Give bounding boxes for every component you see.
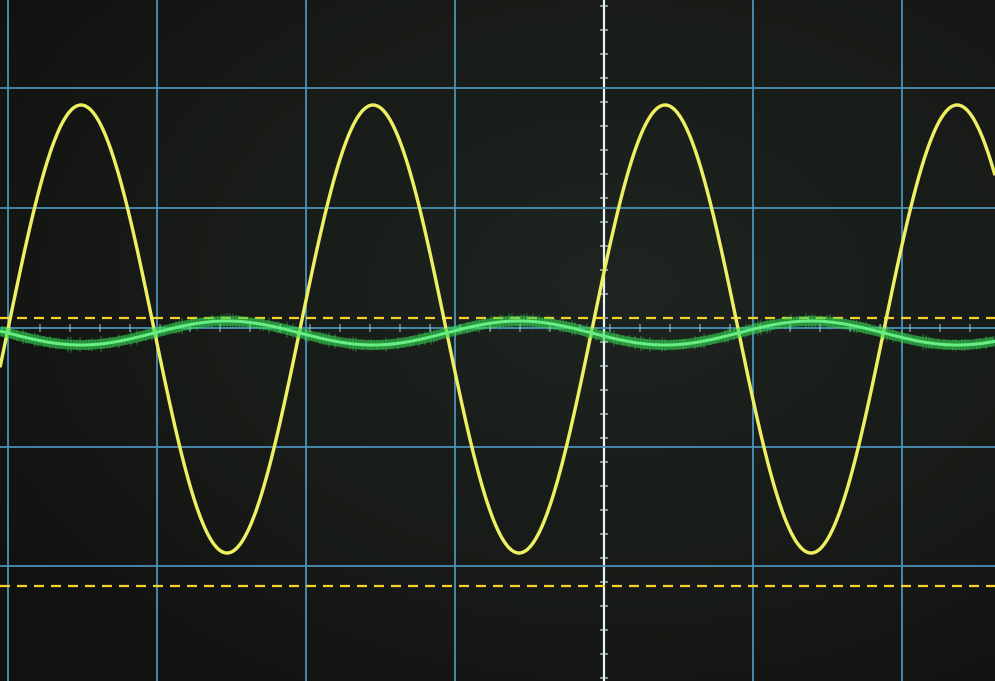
oscilloscope-display (0, 0, 995, 681)
screen-background (0, 0, 995, 681)
